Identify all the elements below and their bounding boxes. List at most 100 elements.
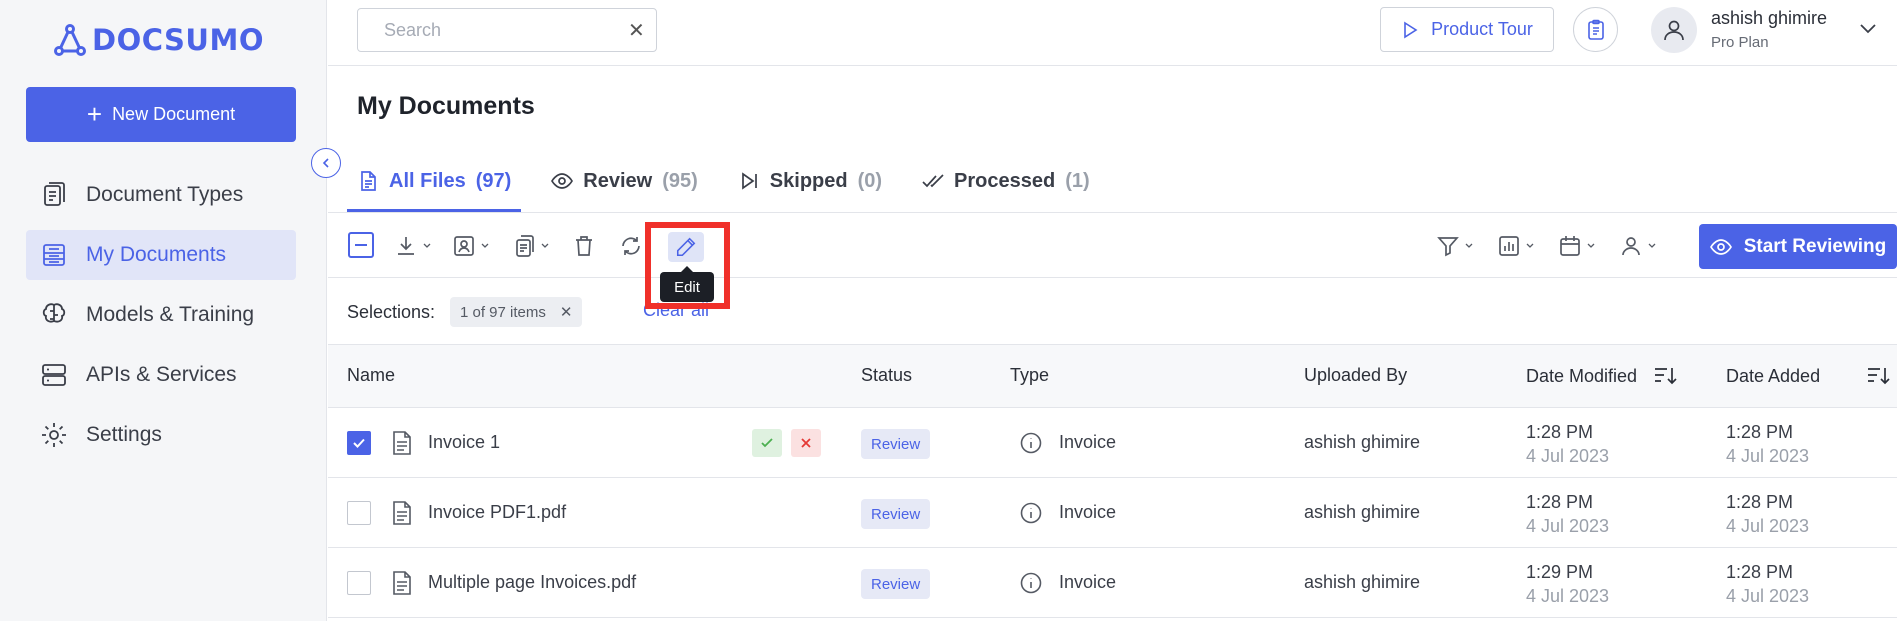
row-checkbox[interactable] — [347, 501, 371, 525]
chevron-down-icon — [541, 243, 549, 248]
check-icon — [761, 438, 773, 448]
eye-icon — [551, 173, 574, 189]
date-day: 4 Jul 2023 — [1526, 516, 1610, 536]
date-filter-button[interactable] — [1558, 229, 1596, 263]
date-day: 4 Jul 2023 — [1726, 446, 1810, 466]
uploaded-by: ashish ghimire — [1304, 502, 1421, 522]
document-icon — [393, 501, 411, 525]
tab-all-files[interactable]: All Files (97) — [347, 150, 522, 212]
table-row[interactable]: Multiple page Invoices.pdf Review Invoic… — [328, 548, 1897, 618]
date-day: 4 Jul 2023 — [1526, 446, 1610, 466]
column-uploaded-by[interactable]: Uploaded By — [1304, 365, 1407, 386]
assign-button[interactable] — [452, 229, 490, 263]
server-icon — [42, 364, 66, 386]
date-modified: 1:29 PM 4 Jul 2023 — [1526, 560, 1609, 608]
sidebar-item-models-training[interactable]: Models & Training — [26, 290, 296, 340]
document-types-icon — [44, 182, 65, 206]
filter-button[interactable] — [1436, 229, 1474, 263]
document-icon — [393, 431, 411, 455]
date-added: 1:28 PM 4 Jul 2023 — [1726, 420, 1809, 468]
info-icon[interactable] — [1020, 502, 1042, 524]
start-reviewing-label: Start Reviewing — [1743, 235, 1887, 257]
document-name[interactable]: Invoice PDF1.pdf — [428, 502, 566, 523]
column-date-modified[interactable]: Date Modified — [1526, 365, 1677, 387]
logo-icon — [54, 24, 86, 56]
info-icon[interactable] — [1020, 432, 1042, 454]
date-time: 1:28 PM — [1726, 492, 1794, 512]
chevron-down-icon — [1465, 243, 1473, 248]
sidebar-item-settings[interactable]: Settings — [26, 410, 296, 460]
tab-label: Processed — [954, 169, 1056, 192]
sidebar-item-document-types[interactable]: Document Types — [26, 170, 296, 220]
date-modified: 1:28 PM 4 Jul 2023 — [1526, 420, 1609, 468]
sidebar-item-label: My Documents — [86, 243, 227, 266]
clipboard-button[interactable] — [1573, 7, 1618, 52]
user-filter-button[interactable] — [1619, 229, 1657, 263]
table-row[interactable]: Invoice PDF1.pdf Review Invoice ashish g… — [328, 478, 1897, 548]
reject-button[interactable] — [791, 429, 821, 457]
select-all-checkbox[interactable] — [348, 232, 374, 258]
tab-count: (0) — [857, 169, 883, 192]
table-row[interactable]: Invoice 1 Review Invoice ashish ghimire … — [328, 408, 1897, 478]
search-box: ✕ — [357, 8, 657, 52]
chevron-down-icon[interactable] — [1858, 18, 1878, 38]
row-checkbox[interactable] — [347, 431, 371, 455]
document-name[interactable]: Multiple page Invoices.pdf — [428, 572, 636, 593]
uploaded-by: ashish ghimire — [1304, 432, 1421, 452]
date-time: 1:28 PM — [1726, 422, 1794, 442]
date-day: 4 Jul 2023 — [1526, 586, 1610, 606]
skip-icon — [741, 172, 757, 190]
clear-selection-icon[interactable]: ✕ — [560, 303, 573, 321]
file-icon — [361, 171, 376, 191]
product-tour-button[interactable]: Product Tour — [1380, 7, 1554, 52]
user-plan: Pro Plan — [1711, 34, 1769, 51]
download-button[interactable] — [394, 229, 432, 263]
chart-filter-button[interactable] — [1497, 229, 1535, 263]
chevron-down-icon — [1648, 243, 1656, 248]
download-icon — [398, 237, 414, 255]
chevron-down-icon — [481, 243, 489, 248]
approve-button[interactable] — [752, 429, 782, 457]
clipboard-icon — [1587, 19, 1604, 40]
documents-icon — [516, 235, 534, 257]
tab-processed[interactable]: Processed (1) — [912, 150, 1100, 212]
plus-icon: + — [86, 98, 103, 129]
sort-icon[interactable] — [1653, 365, 1677, 387]
sidebar-item-apis-services[interactable]: APIs & Services — [26, 350, 296, 400]
sort-icon[interactable] — [1866, 365, 1890, 387]
double-check-icon — [922, 174, 944, 188]
collapse-sidebar-button[interactable] — [311, 148, 341, 178]
info-icon[interactable] — [1020, 572, 1042, 594]
delete-button[interactable] — [572, 229, 596, 263]
column-status[interactable]: Status — [861, 365, 912, 386]
column-date-added[interactable]: Date Added — [1726, 365, 1890, 387]
document-name[interactable]: Invoice 1 — [428, 432, 500, 453]
new-document-button[interactable]: + New Document — [26, 87, 296, 142]
docsumo-logo[interactable]: DOCSUMO — [54, 22, 264, 58]
date-time: 1:28 PM — [1726, 562, 1794, 582]
sidebar-item-my-documents[interactable]: My Documents — [26, 230, 296, 280]
chevron-down-icon — [423, 243, 431, 248]
document-tabs: All Files (97) Review (95) Skipped (0) P… — [347, 150, 1120, 212]
clear-search-icon[interactable]: ✕ — [628, 18, 645, 43]
tab-count: (1) — [1065, 169, 1090, 192]
row-checkbox[interactable] — [347, 571, 371, 595]
brain-icon — [42, 303, 66, 323]
date-added: 1:28 PM 4 Jul 2023 — [1726, 560, 1809, 608]
tab-review[interactable]: Review (95) — [541, 150, 708, 212]
avatar[interactable] — [1651, 7, 1697, 53]
tab-skipped[interactable]: Skipped (0) — [728, 150, 892, 212]
product-tour-label: Product Tour — [1431, 19, 1533, 39]
status-badge: Review — [861, 499, 931, 529]
column-type[interactable]: Type — [1010, 365, 1049, 386]
column-name[interactable]: Name — [347, 365, 395, 386]
start-reviewing-button[interactable]: Start Reviewing — [1699, 224, 1897, 269]
sidebar-item-label: Settings — [86, 423, 162, 446]
document-type: Invoice — [1059, 432, 1117, 452]
chevron-left-icon — [322, 158, 329, 168]
refresh-button[interactable] — [619, 229, 643, 263]
search-input[interactable] — [384, 19, 616, 41]
sidebar-item-label: Document Types — [86, 183, 244, 206]
move-document-button[interactable] — [512, 229, 550, 263]
document-type: Invoice — [1059, 502, 1117, 522]
